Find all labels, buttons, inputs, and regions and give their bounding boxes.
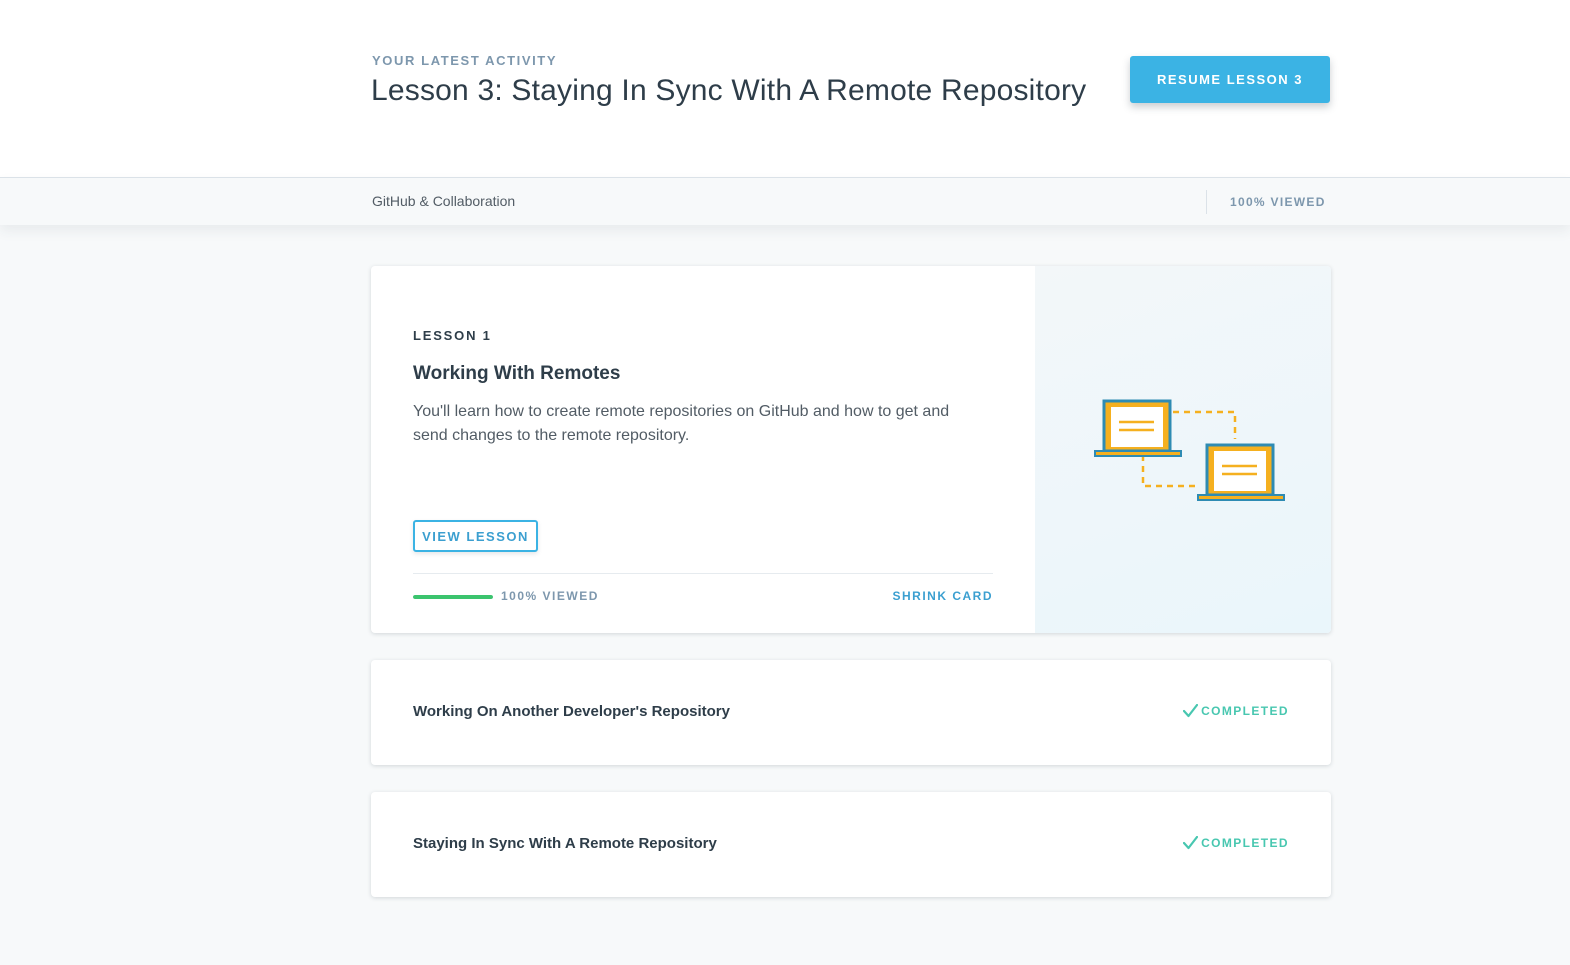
lesson-card-collapsed[interactable]: Staying In Sync With A Remote Repository… <box>371 792 1331 897</box>
divider <box>1206 190 1207 214</box>
course-progress-text: 100% VIEWED <box>1230 195 1326 209</box>
status-label: COMPLETED <box>1201 836 1289 850</box>
lesson-card-body: LESSON 1 Working With Remotes You'll lea… <box>371 266 1035 633</box>
lesson-card-collapsed[interactable]: Working On Another Developer's Repositor… <box>371 660 1331 765</box>
course-name: GitHub & Collaboration <box>372 193 516 209</box>
latest-activity-header: YOUR LATEST ACTIVITY Lesson 3: Staying I… <box>0 0 1570 177</box>
lesson-progress-track <box>413 595 493 599</box>
two-laptops-sync-icon <box>1094 399 1285 501</box>
lesson-description: You'll learn how to create remote reposi… <box>413 403 950 444</box>
resume-lesson-button[interactable]: RESUME LESSON 3 <box>1130 56 1330 103</box>
lesson-card-expanded: LESSON 1 Working With Remotes You'll lea… <box>371 266 1331 633</box>
status-label: COMPLETED <box>1201 704 1289 718</box>
lesson-title: Staying In Sync With A Remote Repository <box>413 835 717 852</box>
lesson-progress-fill <box>413 595 493 599</box>
completed-status: COMPLETED <box>1183 836 1289 850</box>
latest-lesson-title: Lesson 3: Staying In Sync With A Remote … <box>371 74 1087 107</box>
view-lesson-button[interactable]: VIEW LESSON <box>413 520 538 552</box>
checkmark-icon <box>1183 836 1199 850</box>
lesson-title: Working On Another Developer's Repositor… <box>413 703 730 720</box>
completed-status: COMPLETED <box>1183 704 1289 718</box>
checkmark-icon <box>1183 704 1199 718</box>
course-progress-bar: GitHub & Collaboration 100% VIEWED <box>0 177 1570 225</box>
lesson-number: LESSON 1 <box>413 328 492 343</box>
lesson-progress-label: 100% VIEWED <box>501 589 599 603</box>
shrink-card-button[interactable]: SHRINK CARD <box>893 589 994 603</box>
lesson-card-footer: 100% VIEWED SHRINK CARD <box>413 573 993 619</box>
lesson-title: Working With Remotes <box>413 363 621 384</box>
lesson-illustration-panel <box>1035 266 1331 633</box>
latest-activity-eyebrow: YOUR LATEST ACTIVITY <box>372 53 558 68</box>
